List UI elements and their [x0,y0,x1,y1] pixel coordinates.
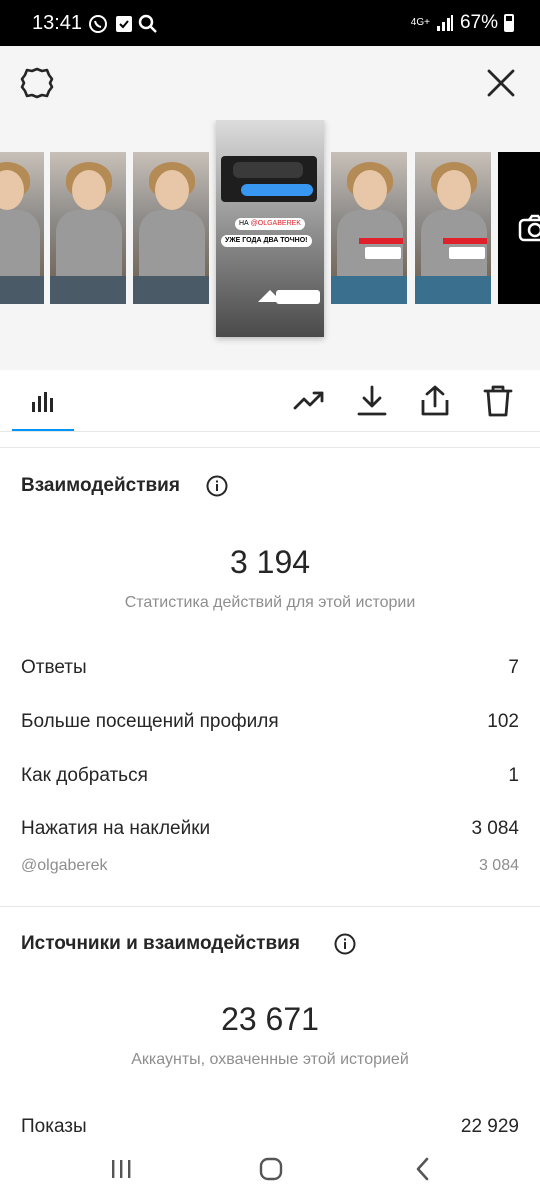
reach-total: 23 671 [221,1001,319,1037]
stat-row-sticker-taps: Нажатия на наклейки 3 084 [21,818,519,840]
promote-trend-icon[interactable] [292,384,326,418]
settings-gear-icon[interactable] [20,66,54,100]
stat-label: Показы [21,1116,87,1137]
info-icon[interactable] [334,933,356,955]
story-thumbnail-camera[interactable] [498,152,540,304]
section-divider [0,906,540,907]
stat-row-replies: Ответы 7 [21,657,519,679]
reach-title: Источники и взаимодействия [21,933,300,954]
download-icon[interactable] [355,384,389,418]
story-thumbnail[interactable] [0,152,44,304]
close-icon[interactable] [484,66,518,100]
story-thumbnail[interactable] [133,152,209,304]
active-tab-indicator [12,429,74,431]
story-thumbnail[interactable] [415,152,491,304]
stat-label: Нажатия на наклейки [21,818,211,839]
camera-icon [518,214,540,242]
engagement-title: Взаимодействия [21,475,180,496]
system-navigation-bar [0,1136,540,1200]
recent-apps-icon[interactable] [106,1154,136,1184]
status-bar: 13:41 4G+ 67% [0,0,540,46]
checkbox-notification-icon [116,16,132,32]
section-divider [0,432,540,448]
story-note [276,290,320,304]
stat-label: Как добраться [21,765,148,786]
stat-value: 7 [508,657,519,678]
stat-row-directions: Как добраться 1 [21,765,519,787]
stat-row-profile-visits: Больше посещений профиля 102 [21,711,519,733]
tab-insights[interactable] [12,370,74,432]
story-thumbnails: НА @OLGABEREK УЖЕ ГОДА ДВА ТОЧНО! [0,120,540,350]
story-thumbnail-selected[interactable]: НА @OLGABEREK УЖЕ ГОДА ДВА ТОЧНО! [216,120,324,337]
selection-caret [258,290,282,302]
battery-icon [504,14,514,32]
stat-value: 3 084 [478,857,519,874]
stat-value: 3 084 [471,818,519,839]
stat-label: Ответы [21,657,87,678]
back-icon[interactable] [408,1154,438,1184]
chat-screenshot [221,156,317,202]
story-toolbar [0,370,540,432]
status-indicators: 4G+ 67% [411,12,514,34]
search-notification-icon [138,14,157,33]
status-time: 13:41 [32,12,83,34]
info-icon[interactable] [206,475,228,497]
network-type: 4G+ [410,17,430,28]
mention-sticker: НА @OLGABEREK [235,218,305,230]
signal-icon [436,15,453,31]
stat-row-impressions: Показы 22 929 [21,1116,519,1138]
stat-value: 1 [508,765,519,786]
engagement-total: 3 194 [229,544,311,580]
reach-caption: Аккаунты, охваченные этой историей [131,1051,409,1068]
delete-trash-icon[interactable] [481,384,515,418]
whatsapp-icon [89,15,107,33]
stat-label: @olgaberek [21,857,108,874]
stat-label: Больше посещений профиля [21,711,279,732]
story-thumbnail[interactable] [331,152,407,304]
home-icon[interactable] [256,1154,286,1184]
share-icon[interactable] [418,384,452,418]
story-thumbnail[interactable] [50,152,126,304]
stat-row-sticker-mention: @olgaberek 3 084 [21,857,519,875]
engagement-caption: Статистика действий для этой истории [124,594,416,611]
story-text-pill: УЖЕ ГОДА ДВА ТОЧНО! [221,235,312,247]
bar-chart-icon [32,392,53,412]
story-preview-area: НА @OLGABEREK УЖЕ ГОДА ДВА ТОЧНО! [0,46,540,370]
battery-percent: 67% [459,12,498,33]
stat-value: 22 929 [460,1116,519,1137]
stat-value: 102 [487,711,519,732]
